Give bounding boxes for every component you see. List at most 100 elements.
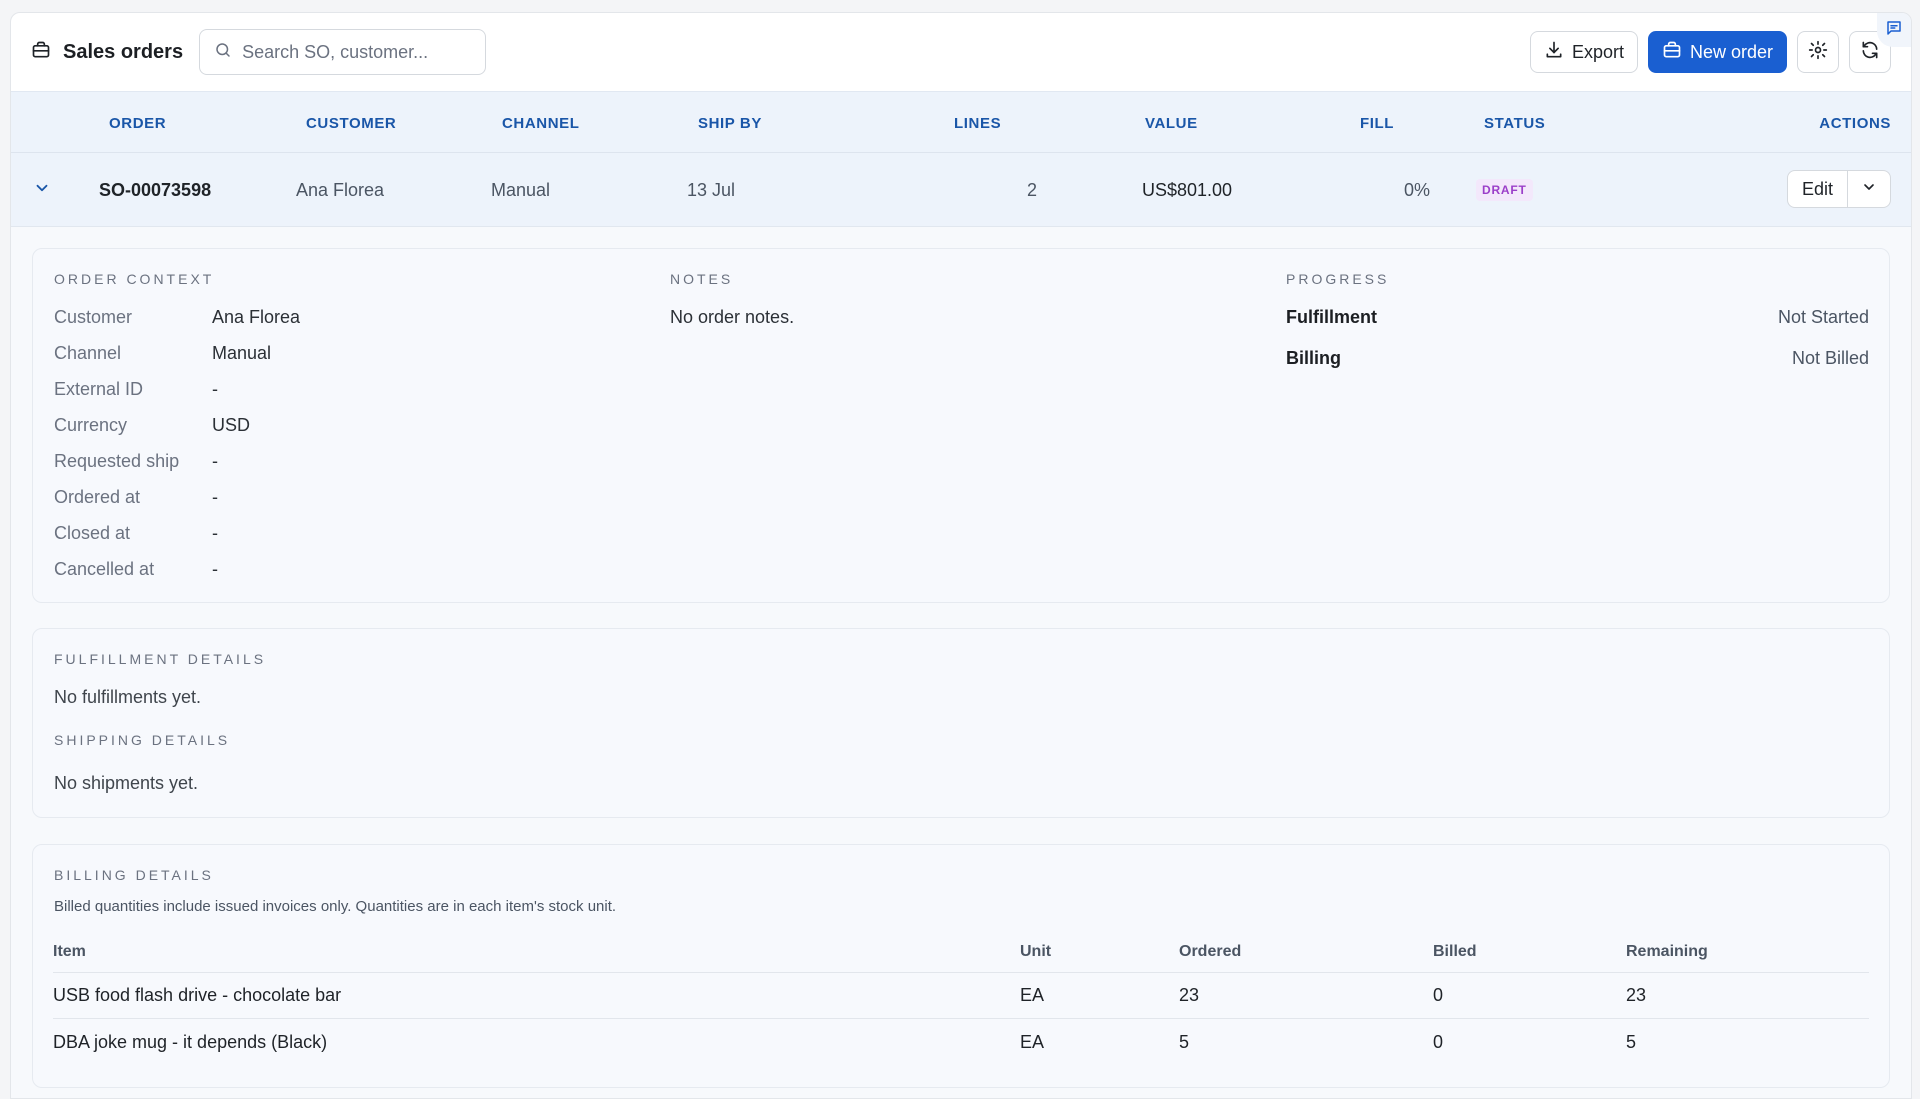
- field-value: USD: [212, 415, 251, 435]
- status-cell: DRAFT: [1476, 153, 1533, 227]
- page-title: Sales orders: [63, 40, 184, 63]
- billing-remaining: 23: [1626, 985, 1647, 1005]
- progress-list: Fulfillment Not Started Billing Not Bill…: [1286, 307, 1869, 387]
- new-order-button[interactable]: New order: [1647, 31, 1787, 73]
- field-key: Customer: [54, 307, 133, 327]
- row-actions: Edit: [1786, 170, 1891, 208]
- sales-orders-window: Sales orders Export New order: [10, 12, 1912, 1099]
- billing-billed: 0: [1433, 985, 1444, 1005]
- gear-icon: [1808, 40, 1828, 65]
- order-details: ORDER CONTEXT Customer Ana Florea Channe…: [11, 227, 1911, 1098]
- status-badge: DRAFT: [1476, 179, 1533, 201]
- col-remaining: Remaining: [1626, 942, 1708, 960]
- billing-note: Billed quantities include issued invoice…: [54, 898, 617, 915]
- export-label: Export: [1571, 41, 1624, 62]
- table-header: ORDER CUSTOMER CHANNEL SHIP BY LINES VAL…: [11, 91, 1911, 153]
- billing-label: BILLING DETAILS: [54, 867, 214, 883]
- field-value: Ana Florea: [212, 307, 301, 327]
- top-bar: Sales orders Export New order: [11, 13, 1911, 91]
- billing-panel: BILLING DETAILS Billed quantities includ…: [32, 844, 1890, 1088]
- progress-value: Not Billed: [1791, 348, 1869, 368]
- search-icon: [214, 41, 232, 64]
- order-context-label: ORDER CONTEXT: [54, 271, 215, 287]
- progress-label: PROGRESS: [1286, 271, 1390, 287]
- order-channel: Manual: [491, 179, 551, 200]
- col-value[interactable]: VALUE: [1145, 92, 1198, 154]
- field-key: Cancelled at: [54, 559, 155, 579]
- order-fill: 0%: [1404, 179, 1431, 200]
- field-value: -: [212, 559, 218, 579]
- notes-label: NOTES: [670, 271, 734, 287]
- field-value: -: [212, 451, 218, 471]
- table-row[interactable]: SO-00073598 Ana Florea Manual 13 Jul 2 U…: [11, 153, 1911, 227]
- progress-row: Billing Not Billed: [1286, 348, 1869, 369]
- feedback-button[interactable]: [1877, 13, 1911, 47]
- table-row: DBA joke mug - it depends (Black) EA 5 0…: [53, 1019, 1869, 1065]
- order-value: US$801.00: [1142, 179, 1233, 200]
- billing-remaining: 5: [1626, 1031, 1637, 1052]
- billing-unit: EA: [1020, 985, 1045, 1005]
- edit-button[interactable]: Edit: [1788, 171, 1848, 207]
- col-fill[interactable]: FILL: [1360, 92, 1394, 154]
- search-box[interactable]: [199, 29, 487, 75]
- fulfillment-text: No fulfillments yet.: [54, 687, 202, 707]
- field-key: Closed at: [54, 523, 131, 543]
- col-customer[interactable]: CUSTOMER: [306, 92, 396, 154]
- top-actions: Export New order: [1529, 31, 1891, 73]
- chevron-down-icon: [1861, 179, 1877, 200]
- col-status[interactable]: STATUS: [1484, 92, 1545, 154]
- col-item: Item: [53, 942, 86, 960]
- brand: Sales orders: [31, 40, 183, 65]
- col-ship-by[interactable]: SHIP BY: [698, 92, 762, 154]
- billing-table-header: Item Unit Ordered Billed Remaining: [53, 931, 1869, 973]
- billing-item: USB food flash drive - chocolate bar: [53, 985, 342, 1005]
- export-button[interactable]: Export: [1529, 31, 1638, 73]
- fulfillment-label: FULFILLMENT DETAILS: [54, 651, 267, 667]
- field-value: -: [212, 523, 218, 543]
- col-ordered: Ordered: [1179, 942, 1242, 960]
- billing-ordered: 5: [1179, 1031, 1190, 1052]
- field-value: -: [212, 487, 218, 507]
- briefcase-icon: [1662, 40, 1682, 65]
- field-key: Channel: [54, 343, 122, 363]
- fulfillment-panel: FULFILLMENT DETAILS No fulfillments yet.…: [32, 628, 1890, 818]
- chevron-down-icon: [33, 179, 51, 202]
- field-key: Ordered at: [54, 487, 141, 507]
- expand-toggle[interactable]: [33, 153, 51, 227]
- order-ship-by: 13 Jul: [687, 179, 736, 200]
- field-key: Currency: [54, 415, 128, 435]
- billing-table: Item Unit Ordered Billed Remaining USB f…: [53, 931, 1869, 1065]
- billing-billed: 0: [1433, 1031, 1444, 1052]
- progress-key: Billing: [1286, 348, 1341, 368]
- refresh-icon: [1860, 40, 1880, 65]
- progress-row: Fulfillment Not Started: [1286, 307, 1869, 328]
- more-actions-button[interactable]: [1848, 171, 1890, 207]
- shipping-text: No shipments yet.: [54, 773, 199, 793]
- col-order[interactable]: ORDER: [109, 92, 166, 154]
- settings-button[interactable]: [1797, 31, 1839, 73]
- order-number[interactable]: SO-00073598: [99, 153, 211, 227]
- search-input[interactable]: [242, 41, 463, 63]
- col-channel[interactable]: CHANNEL: [502, 92, 580, 154]
- order-lines: 2: [1027, 179, 1038, 200]
- billing-unit: EA: [1020, 1031, 1045, 1052]
- order-customer: Ana Florea: [296, 179, 385, 200]
- notes-text: No order notes.: [670, 307, 795, 327]
- col-billed: Billed: [1433, 942, 1477, 960]
- col-lines[interactable]: LINES: [954, 92, 1001, 154]
- field-value: -: [212, 379, 218, 399]
- billing-ordered: 23: [1179, 985, 1200, 1005]
- progress-value: Not Started: [1777, 307, 1869, 327]
- chat-icon: [1885, 19, 1903, 42]
- new-order-label: New order: [1689, 41, 1773, 62]
- overview-panel: ORDER CONTEXT Customer Ana Florea Channe…: [32, 248, 1890, 603]
- field-key: External ID: [54, 379, 144, 399]
- billing-item: DBA joke mug - it depends (Black): [53, 1031, 328, 1052]
- briefcase-icon: [31, 40, 51, 65]
- col-unit: Unit: [1020, 942, 1052, 960]
- field-value: Manual: [212, 343, 272, 363]
- table-row: USB food flash drive - chocolate bar EA …: [53, 973, 1869, 1019]
- field-key: Requested ship: [54, 451, 180, 471]
- progress-key: Fulfillment: [1286, 307, 1377, 327]
- shipping-label: SHIPPING DETAILS: [54, 732, 231, 748]
